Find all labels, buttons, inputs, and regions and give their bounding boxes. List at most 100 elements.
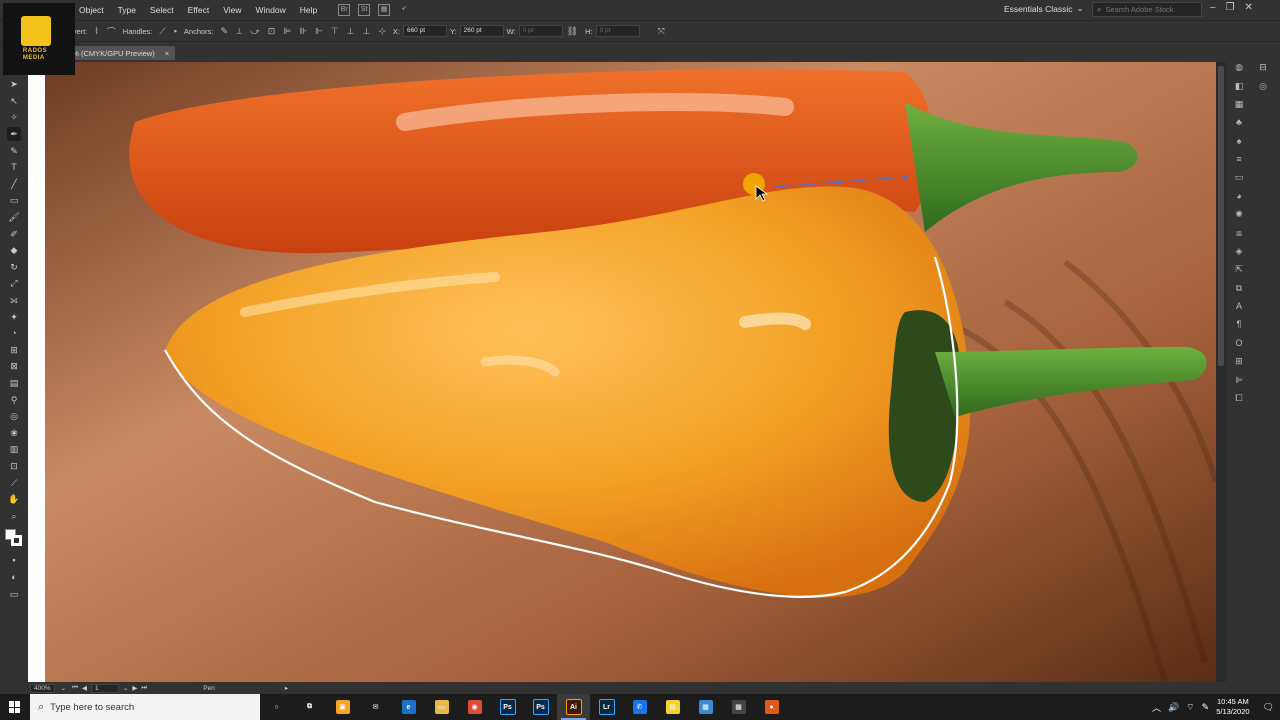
transform-panel-icon[interactable]: ⊞ <box>1232 354 1246 368</box>
taskbar-app-calculator[interactable]: ▦ <box>722 694 755 720</box>
menu-type[interactable]: Type <box>111 5 143 15</box>
shaper-tool-icon[interactable]: ✐ <box>7 227 21 241</box>
magic-wand-tool-icon[interactable]: ✧ <box>7 110 21 124</box>
swatches-icon[interactable]: ▦ <box>1232 97 1246 111</box>
character-icon[interactable]: A <box>1232 299 1246 313</box>
layers-icon[interactable]: ◈ <box>1232 244 1246 258</box>
transform-icon[interactable]: ⤧ <box>658 26 665 37</box>
pen-tool-icon[interactable]: ✒ <box>7 127 21 142</box>
align-bottom-icon[interactable]: ⊥ <box>362 26 370 37</box>
transparency-icon[interactable]: ◕ <box>1232 189 1246 203</box>
stock-search-input[interactable] <box>1105 5 1196 14</box>
menu-view[interactable]: View <box>216 5 248 15</box>
color-mode-icon[interactable]: ▪ <box>7 553 21 567</box>
start-button[interactable] <box>0 694 30 720</box>
convert-corner-icon[interactable]: ⌇ <box>94 26 98 37</box>
type-tool-icon[interactable]: T <box>7 160 21 174</box>
w-field[interactable]: 0 pt <box>518 25 563 37</box>
close-icon[interactable]: ✕ <box>1245 2 1253 13</box>
taskbar-search-input[interactable] <box>50 701 241 713</box>
perspective-grid-tool-icon[interactable]: ⊞ <box>7 343 21 357</box>
taskbar-app-task-view[interactable]: ⧉ <box>293 694 326 720</box>
color-guide-icon[interactable]: ◧ <box>1232 79 1246 93</box>
taskbar-app-recorder[interactable]: ● <box>755 694 788 720</box>
stroke-swatch[interactable] <box>11 535 22 547</box>
next-artboard-icon[interactable]: ▶ <box>132 684 137 692</box>
align-middle-icon[interactable]: ⊥ <box>347 26 355 37</box>
opentype-icon[interactable]: O <box>1232 336 1246 350</box>
rectangle-tool-icon[interactable]: ▭ <box>7 193 21 207</box>
workspace-switcher[interactable]: Essentials Classic ⌄ <box>1004 3 1084 14</box>
taskbar-app-sticky-notes[interactable]: ▤ <box>656 694 689 720</box>
convert-smooth-icon[interactable]: ⌒ <box>107 25 116 38</box>
artboard-canvas[interactable] <box>28 62 1216 682</box>
menu-select[interactable]: Select <box>143 5 181 15</box>
curvature-tool-icon[interactable]: ✎ <box>7 144 21 158</box>
taskbar-search[interactable]: ⌕ <box>30 694 260 720</box>
brushes-icon[interactable]: ♣ <box>1232 115 1246 129</box>
column-graph-tool-icon[interactable]: ▥ <box>7 442 21 456</box>
taskbar-app-cortana[interactable]: ○ <box>260 694 293 720</box>
isolate-icon[interactable]: ⊡ <box>268 26 276 37</box>
align-left-icon[interactable]: ⊫ <box>283 26 291 37</box>
asset-export-icon[interactable]: ⇱ <box>1232 262 1246 276</box>
align-panel-icon[interactable]: ⊫ <box>1232 373 1246 387</box>
chevron-down-icon[interactable]: ⌄ <box>61 684 66 692</box>
menu-object[interactable]: Object <box>72 5 111 15</box>
eyedropper-tool-icon[interactable]: ⚲ <box>7 393 21 407</box>
screen-mode-icon[interactable]: ▭ <box>7 587 21 601</box>
clock[interactable]: 10:45 AM 5/13/2020 <box>1216 697 1249 717</box>
connect-anchor-icon[interactable]: ⟂ <box>236 26 242 37</box>
zoom-level[interactable]: 400% <box>30 683 55 693</box>
shape-builder-tool-icon[interactable]: ◔ <box>7 326 21 340</box>
show-handles-icon[interactable]: ⟋ <box>159 26 165 37</box>
mesh-tool-icon[interactable]: ⊠ <box>7 359 21 373</box>
tray-chevron-icon[interactable]: ︿ <box>1152 701 1161 714</box>
libraries-icon[interactable]: ⊟ <box>1256 60 1270 74</box>
x-field[interactable]: 660 pt <box>402 25 447 37</box>
prev-artboard-icon[interactable]: ◀ <box>82 684 87 692</box>
taskbar-app-edge[interactable]: e <box>392 694 425 720</box>
gradient-panel-icon[interactable]: ▭ <box>1232 170 1246 184</box>
menu-window[interactable]: Window <box>249 5 293 15</box>
blend-tool-icon[interactable]: ◎ <box>7 409 21 423</box>
taskbar-app-chrome[interactable]: ◉ <box>458 694 491 720</box>
stroke-panel-icon[interactable]: ≡ <box>1232 152 1246 166</box>
gpu-rocket-icon[interactable]: ➶ <box>398 4 410 16</box>
scrollbar-thumb[interactable] <box>1218 66 1224 366</box>
paragraph-icon[interactable]: ¶ <box>1232 317 1246 331</box>
handle-point[interactable] <box>903 175 907 179</box>
color-panel-icon[interactable]: ◍ <box>1232 60 1246 74</box>
taskbar-app-illustrator[interactable]: Ai <box>557 694 590 720</box>
eraser-tool-icon[interactable]: ◆ <box>7 243 21 257</box>
zoom-tool-icon[interactable]: ⌕ <box>7 509 21 523</box>
menu-effect[interactable]: Effect <box>181 5 217 15</box>
line-tool-icon[interactable]: ╱ <box>7 177 21 191</box>
first-artboard-icon[interactable]: ⏮ <box>72 684 78 692</box>
reference-point-icon[interactable]: ⊹ <box>378 26 386 37</box>
last-artboard-icon[interactable]: ⏭ <box>141 684 147 692</box>
hand-tool-icon[interactable]: ✋ <box>7 492 21 506</box>
restore-icon[interactable]: ❐ <box>1226 2 1235 13</box>
anchor-point[interactable] <box>838 180 842 184</box>
remove-anchor-icon[interactable]: ✎ <box>221 26 229 37</box>
minimize-icon[interactable]: – <box>1210 2 1216 13</box>
align-top-icon[interactable]: ⊤ <box>331 26 339 37</box>
chevron-down-icon[interactable]: ⌄ <box>123 684 128 692</box>
h-field[interactable]: 0 pt <box>595 25 640 37</box>
symbol-sprayer-tool-icon[interactable]: ❀ <box>7 426 21 440</box>
width-tool-icon[interactable]: ⟗ <box>7 293 21 307</box>
taskbar-app-window-app[interactable]: ▦ <box>689 694 722 720</box>
drawing-mode-icon[interactable]: ◐ <box>7 570 21 584</box>
hide-handles-icon[interactable]: ▪ <box>174 26 177 36</box>
paintbrush-tool-icon[interactable]: 🖌 <box>7 210 21 224</box>
stock-icon[interactable]: St <box>358 4 371 16</box>
pen-workspace-icon[interactable]: ✎ <box>1202 702 1210 713</box>
taskbar-app-photoshop-alt[interactable]: Ps <box>524 694 557 720</box>
taskbar-app-file-explorer[interactable]: ▭ <box>425 694 458 720</box>
cut-path-icon[interactable]: ⤻ <box>250 26 260 37</box>
taskbar-app-lightroom[interactable]: Lr <box>590 694 623 720</box>
notifications-icon[interactable]: 🗨 <box>1263 702 1274 713</box>
align-center-icon[interactable]: ⊪ <box>299 26 307 37</box>
arrange-documents-icon[interactable]: ▦ <box>378 4 391 16</box>
